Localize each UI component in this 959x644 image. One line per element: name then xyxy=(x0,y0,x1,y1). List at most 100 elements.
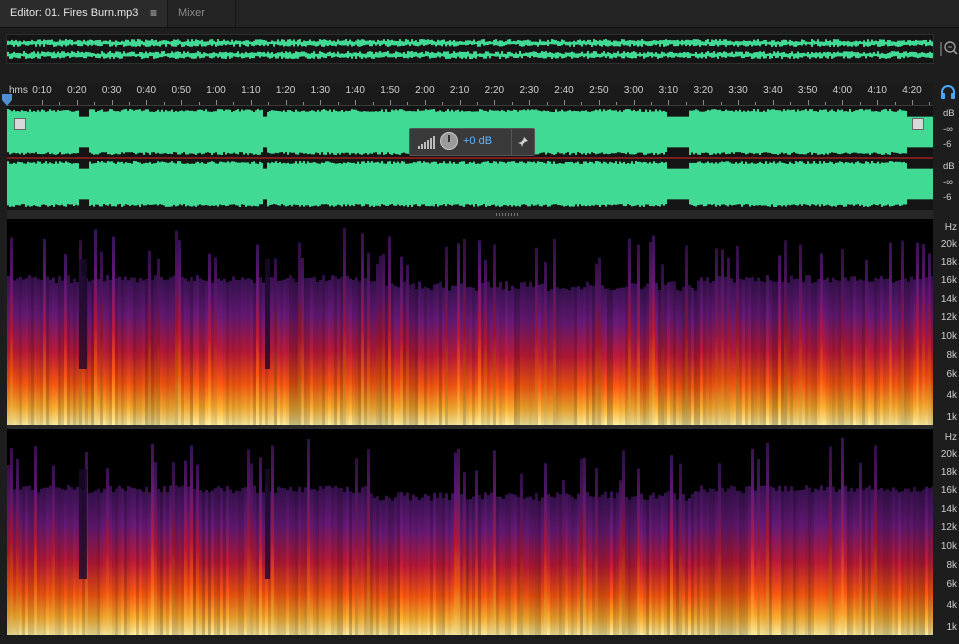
level-bars-icon xyxy=(418,136,435,149)
tab-menu-icon[interactable]: ≡ xyxy=(150,0,157,27)
ruler-minor-tick xyxy=(163,102,165,105)
frequency-scale-ch1: Hz 20k 18k 16k 14k 12k 10k 8k 6k 4k 1k xyxy=(933,219,959,425)
spectral-frequency-display[interactable] xyxy=(7,219,933,635)
tab-editor-label: Editor: 01. Fires Burn.mp3 xyxy=(10,7,139,19)
frequency-label: 14k xyxy=(940,504,957,515)
ruler-tick xyxy=(529,100,531,105)
db-unit-ch1: dB xyxy=(943,108,955,119)
ruler-tick xyxy=(355,100,357,105)
ruler-minor-tick xyxy=(546,102,548,105)
ruler-minor-tick xyxy=(511,102,513,105)
frequency-label: 16k xyxy=(940,485,957,496)
headphones-icon[interactable] xyxy=(940,84,956,100)
fade-in-handle[interactable] xyxy=(14,118,26,130)
db-neg6-ch1: -6 xyxy=(943,139,952,150)
ruler-minor-tick xyxy=(581,102,583,105)
ruler-tick xyxy=(111,100,113,105)
ruler-tick xyxy=(285,100,287,105)
ruler-tick xyxy=(424,100,426,105)
ruler-tick-label: 0:40 xyxy=(136,85,157,96)
ruler-tick-label: 4:10 xyxy=(867,85,887,96)
frequency-label: 20k xyxy=(940,449,957,460)
ruler-tick-label: 3:00 xyxy=(623,85,644,96)
ruler-tick xyxy=(216,100,217,105)
ruler-tick xyxy=(668,100,670,105)
ruler-tick xyxy=(494,100,496,105)
ruler-tick-label: 3:20 xyxy=(693,85,713,96)
frequency-label: 6k xyxy=(946,579,957,590)
ruler-minor-tick xyxy=(825,102,826,105)
playhead-marker[interactable] xyxy=(2,93,12,106)
ruler-minor-tick xyxy=(303,102,304,105)
frequency-label: 12k xyxy=(940,522,957,533)
tab-mixer[interactable]: Mixer xyxy=(168,0,236,27)
ruler-tick-label: 1:20 xyxy=(275,85,296,96)
ruler-minor-tick xyxy=(94,102,96,105)
splitter-grip-icon[interactable] xyxy=(496,213,518,216)
volume-hud[interactable]: +0 dB xyxy=(409,128,535,156)
ruler-tick xyxy=(320,100,322,105)
ruler-minor-tick xyxy=(372,102,374,105)
channel-divider xyxy=(7,157,933,159)
db-neg-inf-ch1: -∞ xyxy=(943,124,953,135)
ruler-tick xyxy=(181,100,183,105)
ruler-tick-label: 2:30 xyxy=(519,85,539,96)
ruler-tick xyxy=(564,100,565,105)
ruler-minor-tick xyxy=(337,102,339,105)
frequency-label: 16k xyxy=(940,275,957,286)
ruler-tick-label: 4:20 xyxy=(902,85,922,96)
ruler-minor-tick xyxy=(685,102,687,105)
frequency-label: 12k xyxy=(940,312,957,323)
view-splitter[interactable] xyxy=(7,210,933,219)
ruler-tick-label: 3:30 xyxy=(728,85,748,96)
ruler-minor-tick xyxy=(407,102,409,105)
ruler-minor-tick xyxy=(755,102,757,105)
ruler-tick-label: 1:40 xyxy=(345,85,365,96)
frequency-label: Hz xyxy=(944,432,957,443)
pin-icon[interactable] xyxy=(511,129,534,155)
ruler-tick-label: 3:50 xyxy=(797,85,818,96)
frequency-label: 18k xyxy=(940,467,957,478)
ruler-tick-label: 2:00 xyxy=(415,85,435,96)
ruler-tick-label: 1:50 xyxy=(380,85,400,96)
ruler-tick-label: 1:30 xyxy=(310,85,331,96)
overview-waveform[interactable] xyxy=(6,34,934,64)
frequency-scale-ch2: Hz 20k 18k 16k 14k 12k 10k 8k 6k 4k 1k xyxy=(933,429,959,635)
ruler-tick-label: 2:10 xyxy=(449,85,470,96)
ruler-tick xyxy=(42,100,43,105)
tab-editor[interactable]: Editor: 01. Fires Burn.mp3 ≡ xyxy=(0,0,168,27)
volume-knob[interactable] xyxy=(440,132,458,150)
ruler-tick-label: 1:10 xyxy=(241,85,261,96)
ruler-minor-tick xyxy=(477,102,478,105)
frequency-label: 4k xyxy=(946,390,957,401)
ruler-tick-label: 3:10 xyxy=(658,85,679,96)
ruler-tick-label: 3:40 xyxy=(763,85,783,96)
frequency-label: 10k xyxy=(940,331,957,342)
ruler-minor-tick xyxy=(651,102,652,105)
volume-gain-value[interactable]: +0 dB xyxy=(463,135,492,147)
ruler-tick-label: 2:50 xyxy=(589,85,609,96)
ruler-minor-tick xyxy=(859,102,861,105)
ruler-minor-tick xyxy=(929,102,931,105)
ruler-tick xyxy=(738,100,739,105)
ruler-tick xyxy=(877,100,879,105)
frequency-label: 8k xyxy=(946,560,957,571)
frequency-label: 8k xyxy=(946,350,957,361)
ruler-minor-tick xyxy=(59,102,61,105)
ruler-tick-label: 0:20 xyxy=(67,85,87,96)
ruler-tick-label: 4:00 xyxy=(832,85,853,96)
magnifier-zoom-icon[interactable] xyxy=(940,38,958,60)
time-ruler[interactable]: hms 0:10 0:20 0:30 0:40 0:50 1:00 1:10 1:20 1:30… xyxy=(7,83,933,106)
ruler-tick xyxy=(912,100,913,105)
ruler-tick xyxy=(598,100,600,105)
ruler-tick-label: 2:20 xyxy=(484,85,505,96)
fade-out-handle[interactable] xyxy=(912,118,924,130)
ruler-tick xyxy=(459,100,461,105)
ruler-tick xyxy=(390,100,391,105)
db-neg-inf-ch2: -∞ xyxy=(943,177,953,188)
ruler-tick xyxy=(703,100,705,105)
ruler-minor-tick xyxy=(894,102,896,105)
frequency-label: Hz xyxy=(944,222,957,233)
frequency-label: 1k xyxy=(946,412,957,423)
ruler-tick xyxy=(842,100,844,105)
